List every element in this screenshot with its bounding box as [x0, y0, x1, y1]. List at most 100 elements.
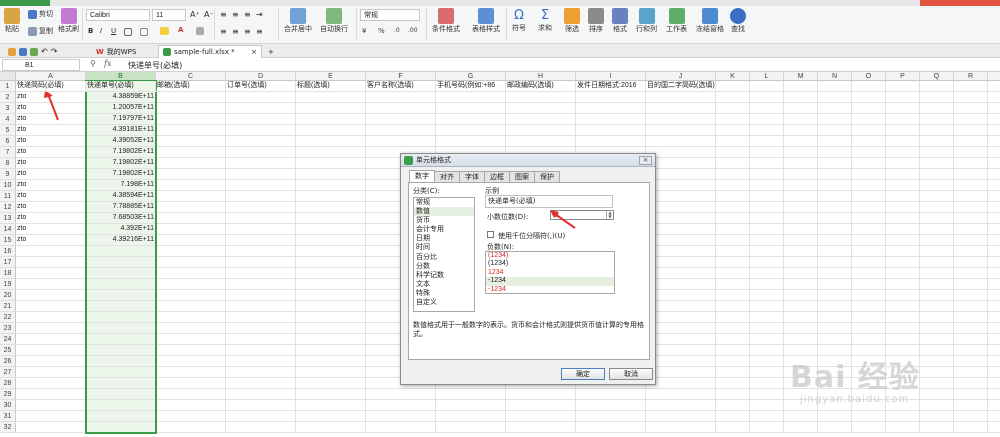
empty-cell[interactable]	[156, 268, 226, 279]
column-header-d[interactable]: D	[226, 72, 296, 81]
empty-cell[interactable]	[716, 224, 750, 235]
empty-cell[interactable]	[954, 290, 988, 301]
close-icon[interactable]: ×	[639, 156, 652, 165]
empty-cell[interactable]	[646, 323, 716, 334]
empty-cell[interactable]	[156, 103, 226, 114]
empty-cell[interactable]	[226, 367, 296, 378]
empty-cell[interactable]	[226, 191, 296, 202]
tab-my-wps[interactable]: W 我的WPS	[92, 45, 140, 58]
empty-cell[interactable]	[852, 136, 886, 147]
empty-cell[interactable]	[818, 191, 852, 202]
fx-icon[interactable]: fx	[104, 59, 111, 68]
empty-cell[interactable]	[750, 246, 784, 257]
empty-cell[interactable]	[750, 191, 784, 202]
empty-cell[interactable]	[818, 224, 852, 235]
undo-icon[interactable]: ↶	[41, 46, 48, 58]
empty-cell[interactable]	[716, 400, 750, 411]
table-cell[interactable]: zto	[16, 169, 86, 180]
negative-numbers-list[interactable]: (1234) (1234) 1234 -1234 -1234	[485, 251, 615, 294]
empty-cell[interactable]	[750, 356, 784, 367]
empty-cell[interactable]	[716, 323, 750, 334]
table-cell[interactable]: 4.39052E+11	[86, 136, 156, 147]
shrink-font-button[interactable]: A⁻	[204, 10, 214, 19]
empty-cell[interactable]	[750, 279, 784, 290]
empty-cell[interactable]	[296, 411, 366, 422]
empty-cell[interactable]	[954, 103, 988, 114]
empty-cell[interactable]	[436, 92, 506, 103]
table-cell[interactable]: 4.38859E+11	[86, 92, 156, 103]
empty-cell[interactable]	[750, 334, 784, 345]
empty-cell[interactable]	[988, 312, 1000, 323]
empty-cell[interactable]	[750, 158, 784, 169]
decimal-increase-button[interactable]: .0	[394, 27, 400, 34]
empty-cell[interactable]	[86, 279, 156, 290]
empty-cell[interactable]	[156, 367, 226, 378]
empty-cell[interactable]	[86, 334, 156, 345]
empty-cell[interactable]	[16, 290, 86, 301]
empty-cell[interactable]	[818, 290, 852, 301]
empty-cell[interactable]	[784, 169, 818, 180]
empty-cell[interactable]	[818, 125, 852, 136]
empty-cell[interactable]	[716, 345, 750, 356]
row-header[interactable]: 8	[0, 158, 16, 169]
empty-cell[interactable]	[716, 169, 750, 180]
empty-cell[interactable]	[576, 411, 646, 422]
empty-cell[interactable]	[920, 92, 954, 103]
category-item[interactable]: 百分比	[414, 253, 474, 262]
worksheet-button[interactable]: 工作表	[666, 8, 687, 34]
empty-cell[interactable]	[920, 136, 954, 147]
empty-cell[interactable]	[988, 389, 1000, 400]
empty-cell[interactable]	[366, 92, 436, 103]
empty-cell[interactable]	[920, 103, 954, 114]
tab-border[interactable]: 边框	[484, 171, 510, 182]
empty-cell[interactable]	[886, 191, 920, 202]
empty-cell[interactable]	[646, 279, 716, 290]
empty-cell[interactable]	[818, 81, 852, 92]
empty-cell[interactable]	[784, 334, 818, 345]
format-button[interactable]: 格式	[612, 8, 628, 34]
empty-cell[interactable]	[506, 114, 576, 125]
empty-cell[interactable]	[886, 147, 920, 158]
empty-cell[interactable]	[646, 103, 716, 114]
empty-cell[interactable]	[226, 224, 296, 235]
empty-cell[interactable]	[646, 191, 716, 202]
empty-cell[interactable]	[226, 301, 296, 312]
empty-cell[interactable]	[86, 246, 156, 257]
empty-cell[interactable]	[852, 125, 886, 136]
empty-cell[interactable]	[296, 257, 366, 268]
empty-cell[interactable]	[750, 411, 784, 422]
empty-cell[interactable]	[750, 224, 784, 235]
empty-cell[interactable]	[988, 235, 1000, 246]
empty-cell[interactable]	[576, 422, 646, 433]
empty-cell[interactable]	[818, 422, 852, 433]
empty-cell[interactable]	[296, 125, 366, 136]
paste-button[interactable]: 粘贴	[4, 8, 20, 34]
empty-cell[interactable]	[920, 81, 954, 92]
empty-cell[interactable]	[646, 246, 716, 257]
align-center-button[interactable]: ≡	[232, 27, 239, 36]
empty-cell[interactable]	[920, 202, 954, 213]
underline-button[interactable]: U	[111, 27, 116, 35]
empty-cell[interactable]	[716, 422, 750, 433]
empty-cell[interactable]	[818, 268, 852, 279]
empty-cell[interactable]	[156, 158, 226, 169]
empty-cell[interactable]	[750, 81, 784, 92]
table-cell[interactable]: 7.68503E+11	[86, 213, 156, 224]
empty-cell[interactable]	[16, 279, 86, 290]
merge-small-button[interactable]	[140, 28, 148, 36]
empty-cell[interactable]	[646, 345, 716, 356]
empty-cell[interactable]	[156, 290, 226, 301]
row-header[interactable]: 6	[0, 136, 16, 147]
empty-cell[interactable]	[988, 158, 1000, 169]
empty-cell[interactable]	[576, 103, 646, 114]
empty-cell[interactable]	[226, 180, 296, 191]
empty-cell[interactable]	[886, 158, 920, 169]
empty-cell[interactable]	[226, 246, 296, 257]
empty-cell[interactable]	[750, 312, 784, 323]
empty-cell[interactable]	[988, 136, 1000, 147]
negative-format-option[interactable]: (1234)	[486, 252, 614, 260]
table-cell[interactable]: 7.19802E+11	[86, 158, 156, 169]
empty-cell[interactable]	[156, 235, 226, 246]
empty-cell[interactable]	[954, 301, 988, 312]
empty-cell[interactable]	[436, 125, 506, 136]
